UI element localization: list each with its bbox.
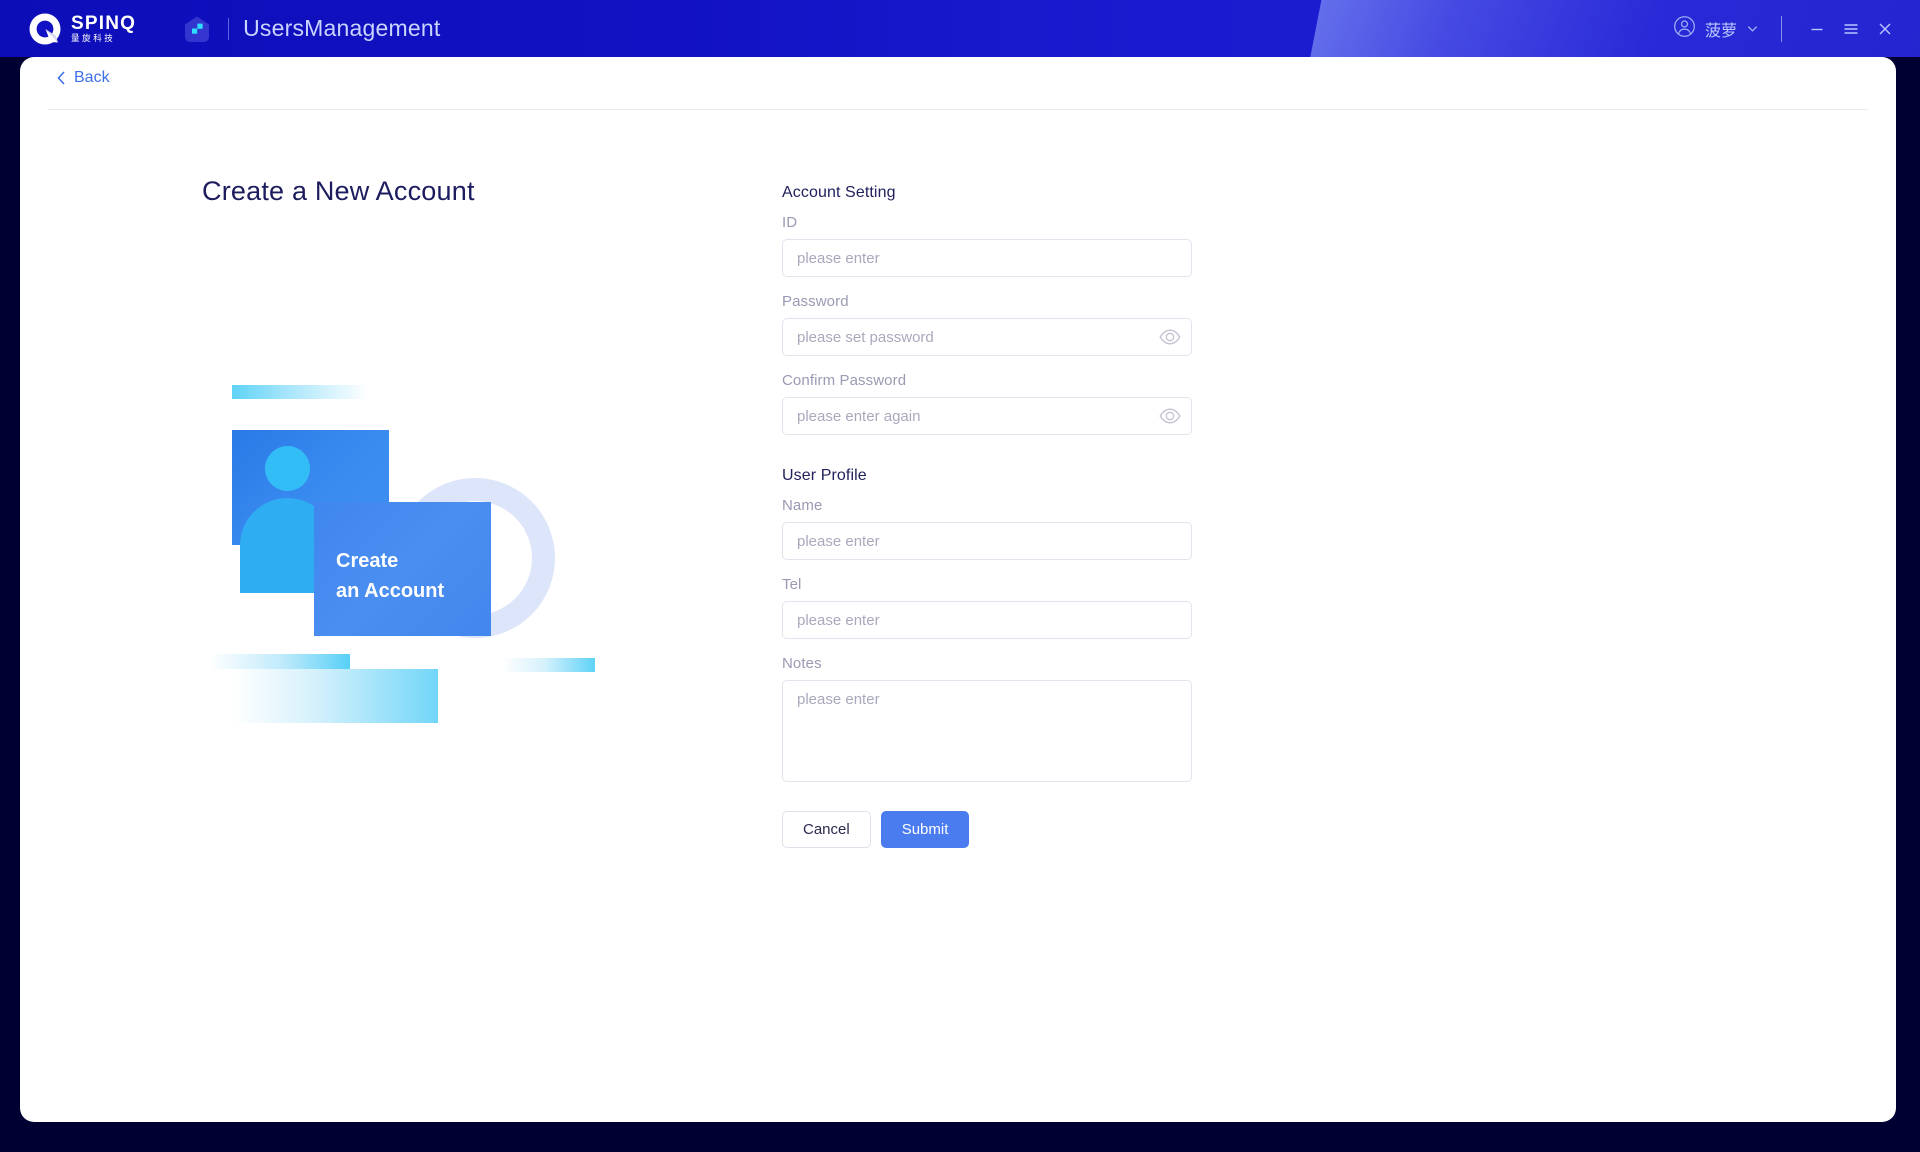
field-label-tel: Tel <box>782 576 802 593</box>
title-bar: SPINQ 量旋科技 UsersManagement 菠萝 <box>0 0 1920 57</box>
eye-icon[interactable] <box>1159 327 1181 347</box>
tel-input[interactable] <box>782 601 1192 639</box>
field-label-password: Password <box>782 293 849 310</box>
field-password: Password <box>782 293 1202 356</box>
field-label-notes: Notes <box>782 655 822 672</box>
input-wrap-name <box>782 522 1192 560</box>
spinq-wordmark-text: SPINQ <box>71 12 137 34</box>
user-menu-button[interactable]: 菠萝 <box>1669 11 1763 47</box>
input-wrap-password <box>782 318 1192 356</box>
create-account-card-text: Create an Account <box>336 550 445 602</box>
accent-bar-bottom-1 <box>210 654 350 669</box>
create-account-card: Create an Account <box>314 502 491 636</box>
notes-textarea[interactable] <box>782 680 1192 782</box>
titlebar-divider <box>228 17 230 40</box>
page-title: Create a New Account <box>202 176 475 206</box>
eye-icon[interactable] <box>1159 406 1181 426</box>
input-wrap-confirm-password <box>782 397 1192 435</box>
spinq-q-logo-icon <box>28 12 62 46</box>
field-notes: Notes <box>782 655 1202 787</box>
close-icon[interactable] <box>1868 12 1902 46</box>
titlebar-separator <box>1781 15 1782 42</box>
password-input[interactable] <box>782 318 1192 356</box>
spinq-wordmark: SPINQ 量旋科技 <box>71 14 136 44</box>
field-tel: Tel <box>782 576 1202 639</box>
titlebar-right-group: 菠萝 <box>1669 0 1902 57</box>
titlebar-left-group: SPINQ 量旋科技 UsersManagement <box>28 0 440 57</box>
app-title: UsersManagement <box>243 15 441 41</box>
back-button[interactable]: Back <box>56 69 110 87</box>
field-label-confirm-password: Confirm Password <box>782 372 907 389</box>
submit-button[interactable]: Submit <box>880 811 970 848</box>
chevron-left-icon <box>56 70 67 86</box>
back-bar: Back <box>20 57 1896 106</box>
accent-bar-top <box>232 385 368 399</box>
app-root: SPINQ 量旋科技 UsersManagement 菠萝 Back Creat… <box>0 0 1920 1152</box>
create-account-illustration: Create an Account <box>210 378 610 778</box>
user-circle-icon <box>1673 15 1696 43</box>
section-title-account-setting: Account Setting <box>782 184 896 201</box>
field-id: ID <box>782 214 1202 277</box>
chevron-down-icon <box>1746 22 1759 35</box>
field-label-id: ID <box>782 214 798 231</box>
section-title-user-profile: User Profile <box>782 467 867 484</box>
id-input[interactable] <box>782 239 1192 277</box>
input-wrap-id <box>782 239 1192 277</box>
main-window-panel: Back Create a New Account Create an Acco… <box>20 57 1896 1122</box>
accent-bar-bottom-3 <box>502 658 595 672</box>
create-account-form: Account Setting ID Password <box>782 184 1202 848</box>
back-button-label: Back <box>74 69 110 86</box>
accent-bar-bottom-2 <box>232 669 438 723</box>
user-name-label: 菠萝 <box>1704 20 1737 40</box>
field-name: Name <box>782 497 1202 560</box>
field-confirm-password: Confirm Password <box>782 372 1202 435</box>
name-input[interactable] <box>782 522 1192 560</box>
cancel-button[interactable]: Cancel <box>782 811 871 848</box>
page-content: Create a New Account Create an Account A… <box>20 110 1896 1122</box>
minimize-icon[interactable] <box>1800 12 1834 46</box>
spinq-brand-logo: SPINQ 量旋科技 <box>28 12 136 46</box>
input-wrap-tel <box>782 601 1192 639</box>
avatar-head-shape <box>265 446 310 491</box>
field-label-name: Name <box>782 497 823 514</box>
confirm-password-input[interactable] <box>782 397 1192 435</box>
hamburger-menu-icon[interactable] <box>1834 12 1868 46</box>
app-house-icon <box>182 14 212 44</box>
form-action-buttons: Cancel Submit <box>782 811 1202 848</box>
spinq-subtext: 量旋科技 <box>71 33 116 44</box>
